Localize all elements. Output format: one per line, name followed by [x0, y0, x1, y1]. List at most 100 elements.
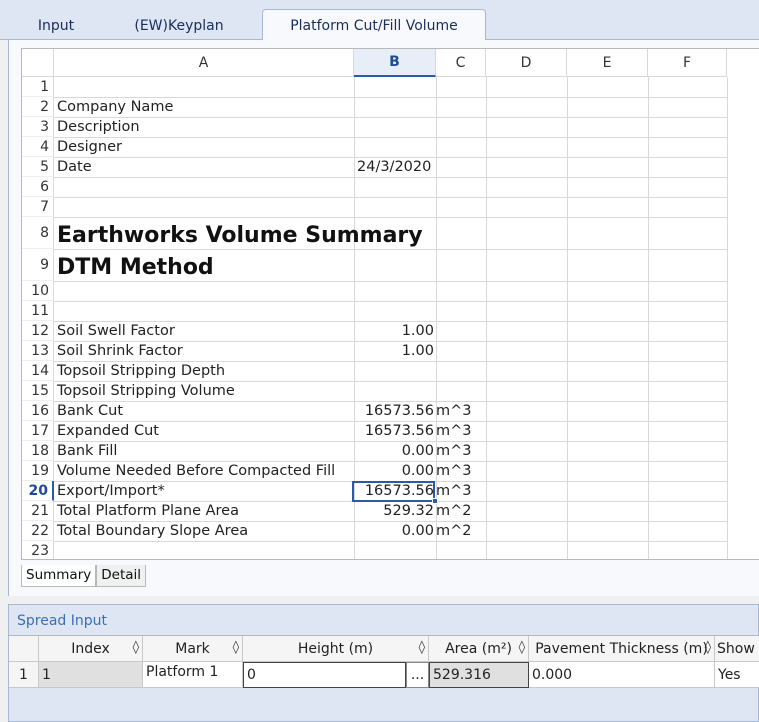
cell-a16[interactable]: Bank Cut	[57, 401, 123, 421]
row-number[interactable]: 1	[9, 662, 39, 688]
sort-icon[interactable]: ◊	[133, 640, 139, 655]
column-header-label: Index	[71, 640, 110, 657]
cell-b13[interactable]: 1.00	[354, 341, 434, 361]
row-header[interactable]: 5	[22, 157, 54, 177]
pavement-thickness-cell[interactable]: 0.000	[529, 662, 715, 688]
cell-b18[interactable]: 0.00	[354, 441, 434, 461]
cell-b12[interactable]: 1.00	[354, 321, 434, 341]
row-header[interactable]: 2	[22, 97, 54, 117]
cell-a5[interactable]: Date	[57, 157, 92, 177]
cell-a22[interactable]: Total Boundary Slope Area	[57, 521, 248, 541]
column-header-e[interactable]: E	[567, 49, 648, 77]
column-header-height[interactable]: Height (m) ◊	[243, 636, 429, 662]
row-header[interactable]: 17	[22, 421, 54, 441]
column-header-pavement-thickness[interactable]: Pavement Thickness (m) ◊	[529, 636, 715, 662]
column-header-b[interactable]: B	[354, 49, 436, 77]
column-header-a[interactable]: A	[54, 49, 354, 77]
sort-icon[interactable]: ◊	[233, 640, 239, 655]
row-header[interactable]: 1	[22, 77, 54, 97]
spreadsheet-panel: A B C D E F 1 2 3 4 5 6 7 8 9 10 11 12 1…	[8, 40, 759, 596]
row-header[interactable]: 15	[22, 381, 54, 401]
row-header[interactable]: 18	[22, 441, 54, 461]
cell-a2[interactable]: Company Name	[57, 97, 173, 117]
sort-icon[interactable]: ◊	[705, 640, 711, 655]
cell-b16[interactable]: 16573.56	[354, 401, 434, 421]
document-tab-bar: Input (EW)Keyplan Platform Cut/Fill Volu…	[0, 0, 759, 41]
row-number-header[interactable]	[9, 636, 39, 662]
sort-icon[interactable]: ◊	[519, 640, 525, 655]
cell-b5[interactable]: 24/3/2020	[357, 157, 431, 177]
cell-b20[interactable]: 16573.56	[354, 481, 434, 501]
cell-c21[interactable]: m^2	[436, 501, 472, 521]
cell-c20[interactable]: m^3	[436, 481, 472, 501]
ellipsis-button[interactable]: ...	[406, 662, 429, 688]
cell-a21[interactable]: Total Platform Plane Area	[57, 501, 239, 521]
row-header[interactable]: 6	[22, 177, 54, 197]
cell-a18[interactable]: Bank Fill	[57, 441, 117, 461]
row-header[interactable]: 12	[22, 321, 54, 341]
row-header[interactable]: 11	[22, 301, 54, 321]
cell-c18[interactable]: m^3	[436, 441, 472, 461]
column-header-f[interactable]: F	[648, 49, 727, 77]
row-header[interactable]: 16	[22, 401, 54, 421]
cell-b17[interactable]: 16573.56	[354, 421, 434, 441]
cell-c22[interactable]: m^2	[436, 521, 472, 541]
row-header[interactable]: 9	[22, 249, 54, 281]
cell-a4[interactable]: Designer	[57, 137, 122, 157]
mark-cell[interactable]: Platform 1	[143, 662, 243, 688]
index-cell: 1	[39, 662, 143, 688]
cell-b19[interactable]: 0.00	[354, 461, 434, 481]
tab-platform-cut-fill-volume[interactable]: Platform Cut/Fill Volume	[262, 9, 486, 41]
cell-a14[interactable]: Topsoil Stripping Depth	[57, 361, 225, 381]
column-header-index[interactable]: Index ◊	[39, 636, 143, 662]
select-all-corner[interactable]	[22, 49, 54, 77]
cell-a8[interactable]: Earthworks Volume Summary	[57, 217, 423, 249]
cell-a20[interactable]: Export/Import*	[57, 481, 165, 501]
row-header[interactable]: 21	[22, 501, 54, 521]
cell-b21[interactable]: 529.32	[354, 501, 434, 521]
sheet-tab-detail[interactable]: Detail	[96, 565, 147, 587]
cell-c17[interactable]: m^3	[436, 421, 472, 441]
cell-c19[interactable]: m^3	[436, 461, 472, 481]
column-header-label: Show I	[717, 640, 759, 657]
area-cell: 529.316	[429, 662, 529, 688]
cell-a17[interactable]: Expanded Cut	[57, 421, 159, 441]
cell-b22[interactable]: 0.00	[354, 521, 434, 541]
sheet-tab-summary[interactable]: Summary	[21, 565, 97, 587]
column-header-label: Pavement Thickness (m)	[535, 640, 708, 657]
spread-input-title: Spread Input	[17, 613, 108, 629]
row-header[interactable]: 4	[22, 137, 54, 157]
row-header[interactable]: 23	[22, 541, 54, 559]
tab-ew-keyplan[interactable]: (EW)Keyplan	[120, 12, 238, 40]
column-header-d[interactable]: D	[486, 49, 567, 77]
row-header[interactable]: 20	[22, 481, 54, 501]
tab-input[interactable]: Input	[18, 12, 94, 40]
cell-a3[interactable]: Description	[57, 117, 140, 137]
spread-input-grid: Index ◊ Mark ◊ Height (m) ◊ Area (m²) ◊ …	[9, 635, 759, 688]
cell-c16[interactable]: m^3	[436, 401, 472, 421]
cell-a19[interactable]: Volume Needed Before Compacted Fill	[57, 461, 335, 481]
row-header[interactable]: 10	[22, 281, 54, 301]
column-header-c[interactable]: C	[436, 49, 486, 77]
column-header-show[interactable]: Show I	[715, 636, 759, 662]
sheet-tab-bar: Summary Detail	[21, 565, 147, 587]
row-header[interactable]: 3	[22, 117, 54, 137]
show-cell[interactable]: Yes	[715, 662, 759, 688]
spread-input-panel: Spread Input Index ◊ Mark ◊ Height (m) ◊…	[8, 604, 759, 722]
row-header[interactable]: 14	[22, 361, 54, 381]
row-header[interactable]: 22	[22, 521, 54, 541]
column-header-label: Area (m²)	[445, 640, 512, 657]
row-header[interactable]: 7	[22, 197, 54, 217]
cell-a15[interactable]: Topsoil Stripping Volume	[57, 381, 235, 401]
column-header-area[interactable]: Area (m²) ◊	[429, 636, 529, 662]
row-header[interactable]: 13	[22, 341, 54, 361]
row-header[interactable]: 8	[22, 217, 54, 249]
spreadsheet-grid[interactable]: A B C D E F 1 2 3 4 5 6 7 8 9 10 11 12 1…	[21, 48, 759, 560]
cell-a13[interactable]: Soil Shrink Factor	[57, 341, 183, 361]
column-header-mark[interactable]: Mark ◊	[143, 636, 243, 662]
row-header[interactable]: 19	[22, 461, 54, 481]
cell-a12[interactable]: Soil Swell Factor	[57, 321, 175, 341]
height-input[interactable]: 0	[243, 662, 406, 688]
sort-icon[interactable]: ◊	[419, 640, 425, 655]
cell-a9[interactable]: DTM Method	[57, 249, 214, 281]
